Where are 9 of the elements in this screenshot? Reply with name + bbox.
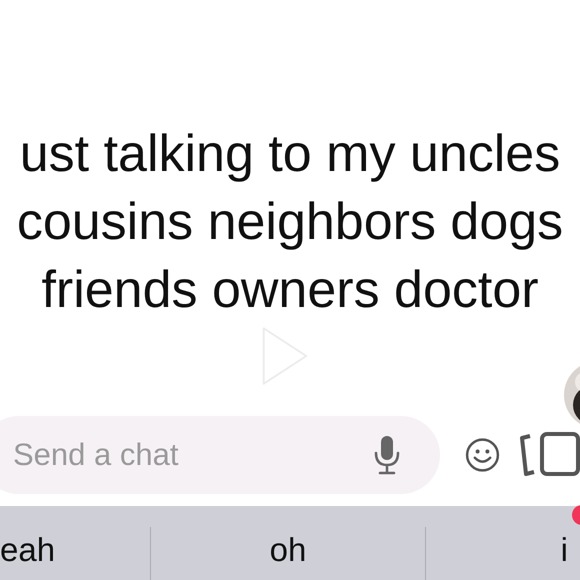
caption-text: friends owners doctor xyxy=(41,260,539,321)
word-suggestion[interactable]: oh xyxy=(150,527,425,580)
chat-input[interactable]: Send a chat xyxy=(11,436,374,474)
caption-text: ust talking to my uncles xyxy=(20,124,560,185)
microphone-icon[interactable] xyxy=(374,435,400,475)
word-suggestion[interactable]: i xyxy=(425,527,580,580)
chat-field[interactable]: Send a chat xyxy=(0,416,440,494)
word-suggestion[interactable]: eah xyxy=(0,527,150,580)
caption-text: cousins neighbors dogs xyxy=(16,192,564,253)
